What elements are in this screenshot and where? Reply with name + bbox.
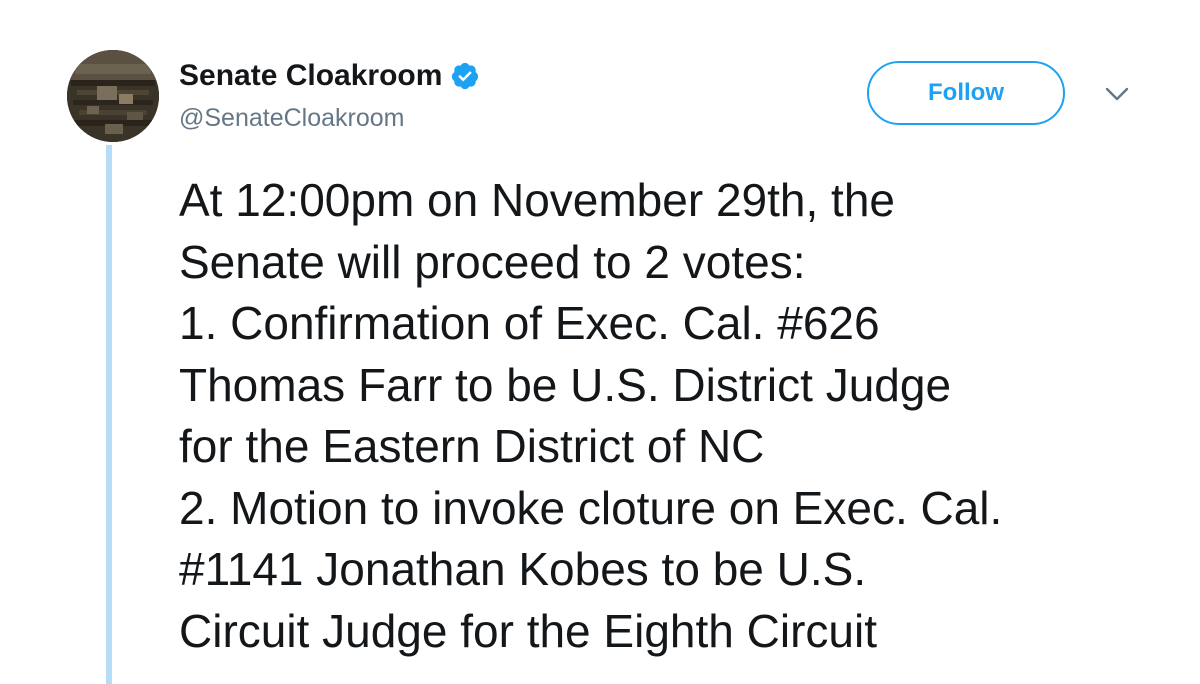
tweet-text-line: Senate will proceed to 2 votes: xyxy=(179,235,806,288)
author-name-row: Senate Cloakroom xyxy=(179,58,480,94)
tweet-text-line: for the Eastern District of NC xyxy=(179,420,765,472)
tweet-card: Senate Cloakroom @SenateCloakroom Follow… xyxy=(0,0,1200,684)
tweet-text: At 12:00pm on November 29th, the Senate … xyxy=(179,170,1179,662)
tweet-text-line: #1141 Jonathan Kobes to be U.S. xyxy=(179,543,867,595)
tweet-text-line: Thomas Farr to be U.S. District Judge xyxy=(179,358,952,411)
chevron-down-icon[interactable] xyxy=(1104,84,1130,104)
avatar-image xyxy=(67,50,159,142)
tweet-text-line: 1. Confirmation of Exec. Cal. #626 xyxy=(179,297,880,349)
follow-button[interactable]: Follow xyxy=(867,61,1065,125)
thread-connector-line xyxy=(106,145,112,684)
tweet-text-line: Circuit Judge for the Eighth Circuit xyxy=(179,604,877,657)
avatar[interactable] xyxy=(67,50,159,142)
author-handle[interactable]: @SenateCloakroom xyxy=(179,103,405,133)
tweet-text-line: 2. Motion to invoke cloture on Exec. Cal… xyxy=(179,481,1003,534)
verified-badge-icon xyxy=(452,62,479,90)
tweet-text-line: At 12:00pm on November 29th, the xyxy=(179,174,895,226)
author-display-name[interactable]: Senate Cloakroom xyxy=(179,58,442,94)
